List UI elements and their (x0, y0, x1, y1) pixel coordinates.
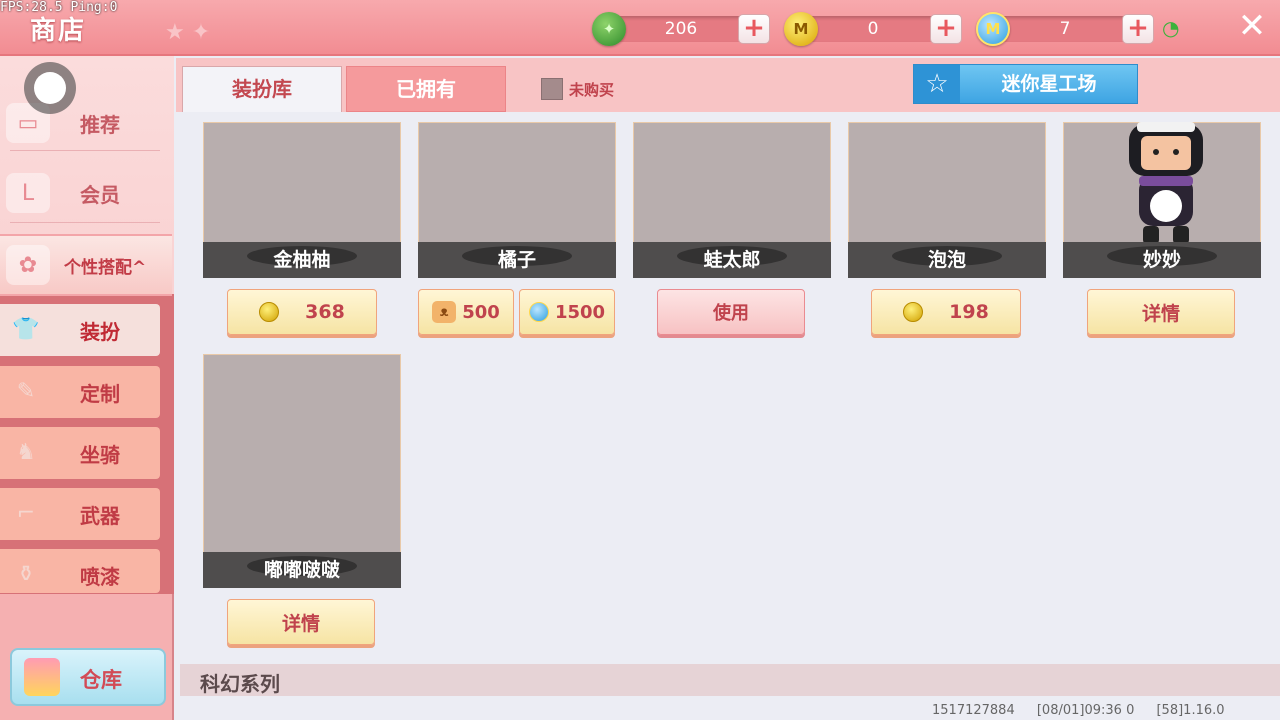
star-decoration-icon: ★ ✦ (165, 20, 211, 45)
sidebar-item-member[interactable]: L 会员 (0, 162, 172, 224)
add-coin-button[interactable]: + (930, 14, 962, 44)
star-icon: ☆ (914, 65, 960, 103)
use-button[interactable]: 使用 (657, 289, 805, 335)
series-header: 科幻系列 (180, 664, 1280, 696)
coin-icon (903, 302, 924, 322)
tabs-row: 装扮库 已拥有 未购买 ☆ 迷你星工场 (176, 58, 1280, 112)
warehouse-button[interactable]: 仓库 (10, 648, 166, 706)
close-button[interactable]: ✕ (1232, 6, 1272, 46)
member-icon: L (6, 173, 50, 213)
build-info: 1517127884 [08/01]09:36 0 [58]1.16.0 (932, 703, 1243, 718)
warehouse-icon (24, 658, 60, 696)
signal-icon: ◔ (1162, 16, 1180, 40)
pencil-icon: ✎ (16, 379, 36, 404)
mount-icon: ♞ (16, 440, 36, 465)
chevron-up-icon: ^ (132, 257, 147, 278)
item-grid: 金柚柚 368 橘子 ᴥ 500 1500 蛙太郎 使用 泡泡 198 妙妙 详… (176, 112, 1280, 720)
coin-icon (259, 302, 280, 322)
buy-button[interactable]: 368 (227, 289, 377, 335)
gem-count: 206 (664, 19, 698, 39)
sidebar-item-personal[interactable]: ✿ 个性搭配^ (0, 234, 172, 296)
buy-mini-button[interactable]: 1500 (519, 289, 615, 335)
add-mini-coin-button[interactable]: + (1122, 14, 1154, 44)
workshop-button[interactable]: ☆ 迷你星工场 (913, 64, 1138, 104)
page-title: 商店 (30, 16, 87, 46)
version: [58]1.16.0 (1156, 703, 1225, 718)
filter-checkbox[interactable] (541, 78, 563, 100)
character-avatar-icon (1129, 122, 1203, 244)
shirt-icon: 👕 (12, 317, 40, 342)
filter-not-purchased[interactable]: 未购买 (541, 78, 614, 100)
sidebar-subitem-weapon[interactable]: ⌐ 武器 (0, 488, 160, 540)
sidebar-subitem-custom[interactable]: ✎ 定制 (0, 366, 160, 418)
datetime: [08/01]09:36 0 (1036, 703, 1135, 718)
sidebar-item-recommend[interactable]: ▭ 推荐 (0, 92, 172, 154)
add-gem-button[interactable]: + (738, 14, 770, 44)
details-button[interactable]: 详情 (227, 599, 375, 645)
personal-icon: ✿ (6, 245, 50, 285)
sidebar-subitem-outfit[interactable]: 👕 装扮 (0, 304, 160, 356)
sidebar-subitem-mount[interactable]: ♞ 坐骑 (0, 427, 160, 479)
sidebar-subitem-spray[interactable]: ⚱ 喷漆 (0, 549, 160, 593)
details-button[interactable]: 详情 (1087, 289, 1235, 335)
tab-library[interactable]: 装扮库 (182, 66, 342, 112)
top-bar: FPS:28.5 Ping:0 商店 ★ ✦ ✦ 206 + M 0 + M 7… (0, 0, 1280, 56)
sidebar: ▭ 推荐 L 会员 ✿ 个性搭配^ 👕 装扮 ✎ 定制 ♞ 坐骑 ⌐ 武器 ⚱ … (0, 56, 174, 720)
tab-owned[interactable]: 已拥有 (346, 66, 506, 112)
mini-coin-count: 7 (1059, 19, 1071, 39)
user-id: 1517127884 (932, 703, 1015, 718)
mini-coin-icon (528, 302, 549, 322)
buy-button[interactable]: 198 (871, 289, 1021, 335)
record-button[interactable] (24, 62, 76, 114)
bear-coin-icon: ᴥ (432, 301, 457, 323)
spray-icon: ⚱ (16, 562, 36, 587)
buy-bear-button[interactable]: ᴥ 500 (418, 289, 514, 335)
gun-icon: ⌐ (16, 501, 36, 526)
coin-count: 0 (867, 19, 879, 39)
